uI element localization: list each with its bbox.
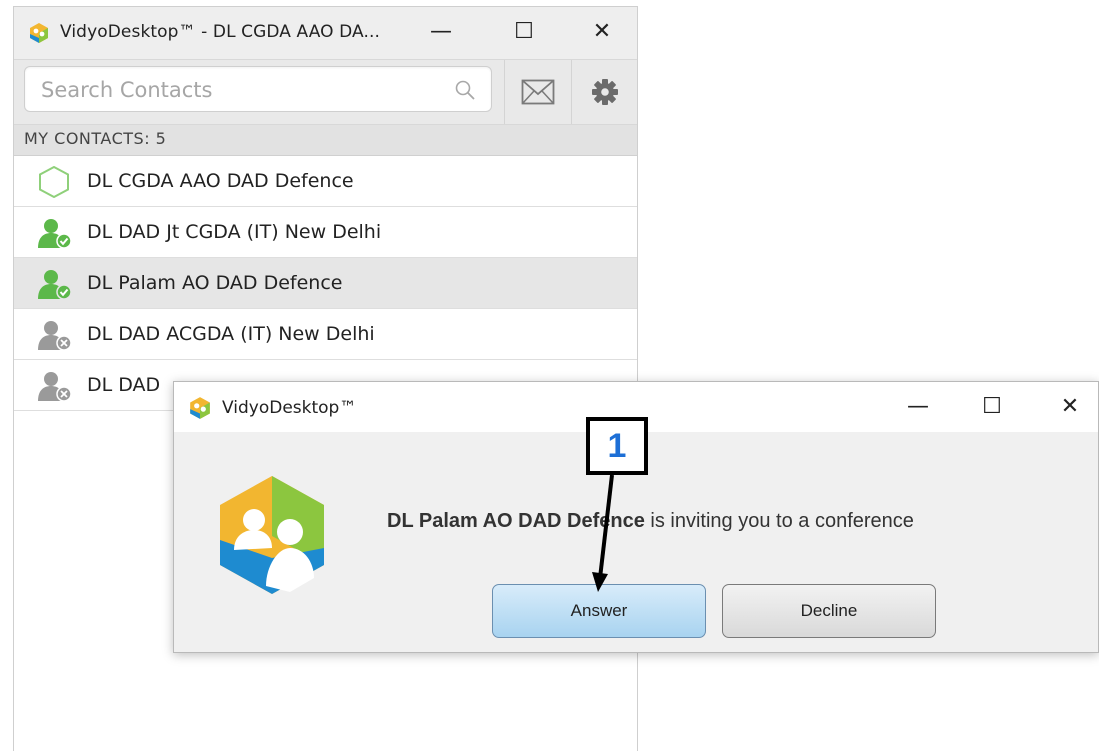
step-number: 1 xyxy=(607,426,627,465)
toolbar xyxy=(14,59,637,125)
close-icon: ✕ xyxy=(592,18,612,44)
user-offline-icon xyxy=(38,372,72,402)
dialog-maximize-button[interactable]: ☐ xyxy=(964,386,1020,426)
contact-item[interactable]: DL DAD ACGDA (IT) New Delhi xyxy=(14,309,637,360)
invite-message: DL Palam AO DAD Defence is inviting you … xyxy=(387,510,914,533)
vidyo-app-icon xyxy=(220,476,324,594)
contact-list: DL CGDA AAO DAD Defence DL DAD Jt CGDA (… xyxy=(14,156,637,411)
user-offline-icon xyxy=(38,321,72,351)
contact-item[interactable]: DL CGDA AAO DAD Defence xyxy=(14,156,637,207)
main-titlebar[interactable]: VidyoDesktop™ - DL CGDA AAO DA... — ☐ ✕ xyxy=(14,7,637,59)
contact-item-selected[interactable]: DL Palam AO DAD Defence xyxy=(14,258,637,309)
invite-suffix: is inviting you to a conference xyxy=(644,510,914,532)
self-hexagon-icon xyxy=(39,166,69,198)
settings-button[interactable] xyxy=(571,60,637,124)
decline-button[interactable]: Decline xyxy=(722,584,936,638)
dialog-minimize-button[interactable]: — xyxy=(890,386,946,426)
contact-name: DL DAD Jt CGDA (IT) New Delhi xyxy=(87,221,382,243)
step-number-callout: 1 xyxy=(586,417,648,475)
main-window-title: VidyoDesktop™ - DL CGDA AAO DA... xyxy=(60,22,380,42)
minimize-icon: — xyxy=(907,393,929,419)
dialog-close-button[interactable]: ✕ xyxy=(1042,386,1098,426)
answer-label: Answer xyxy=(570,601,628,620)
gear-icon xyxy=(591,79,618,105)
caller-name: DL Palam AO DAD Defence xyxy=(387,510,645,532)
contacts-header: MY CONTACTS: 5 xyxy=(14,125,637,156)
contact-name: DL Palam AO DAD Defence xyxy=(87,272,343,294)
contact-item[interactable]: DL DAD Jt CGDA (IT) New Delhi xyxy=(14,207,637,258)
search-icon[interactable] xyxy=(453,78,477,102)
decline-label: Decline xyxy=(800,601,858,620)
search-box[interactable] xyxy=(24,66,492,112)
contact-name: DL DAD ACGDA (IT) New Delhi xyxy=(87,323,375,345)
close-button[interactable]: ✕ xyxy=(580,11,624,51)
messages-button[interactable] xyxy=(504,60,570,124)
contact-name: DL CGDA AAO DAD Defence xyxy=(87,170,354,192)
dialog-title: VidyoDesktop™ xyxy=(222,398,357,418)
maximize-icon: ☐ xyxy=(982,393,1002,419)
user-online-icon xyxy=(38,270,72,300)
mail-icon xyxy=(521,79,554,105)
close-icon: ✕ xyxy=(1060,393,1080,419)
vidyo-logo-icon xyxy=(30,23,48,43)
answer-button[interactable]: Answer xyxy=(492,584,706,638)
minimize-icon: — xyxy=(430,18,452,44)
search-input[interactable] xyxy=(39,75,443,105)
minimize-button[interactable]: — xyxy=(419,11,463,51)
contact-name: DL DAD xyxy=(87,374,161,396)
maximize-icon: ☐ xyxy=(514,18,534,44)
vidyo-logo-icon xyxy=(190,397,210,419)
maximize-button[interactable]: ☐ xyxy=(502,11,546,51)
user-online-icon xyxy=(38,219,72,249)
